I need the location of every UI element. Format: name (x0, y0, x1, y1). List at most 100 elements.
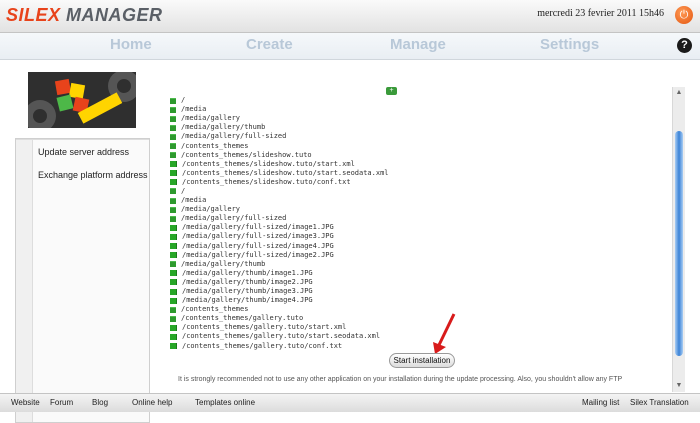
nav-manage[interactable]: Manage (390, 36, 446, 53)
folder-icon (170, 261, 176, 268)
file-icon (170, 343, 177, 350)
file-list-item: /media/gallery/full-sized/image2.JPG (170, 251, 389, 260)
file-icon (170, 333, 177, 340)
file-path: /contents_themes/gallery.tuto/start.xml (182, 323, 347, 332)
file-path: /contents_themes/slideshow.tuto/start.xm… (182, 159, 355, 168)
file-list-item: /contents_themes (170, 305, 389, 314)
nav-home[interactable]: Home (110, 36, 152, 53)
file-list-item: /media/gallery/thumb/image4.JPG (170, 296, 389, 305)
file-path: /media/gallery/thumb/image1.JPG (182, 268, 313, 277)
file-icon (170, 233, 177, 240)
file-path: /media (181, 196, 207, 205)
help-icon[interactable]: ? (677, 38, 692, 53)
file-path: /media/gallery/full-sized/image2.JPG (182, 250, 334, 259)
file-path: /media/gallery/thumb/image2.JPG (182, 277, 313, 286)
file-list-item: / (170, 187, 389, 196)
top-bar: SILEX MANAGER mercredi 23 fevrier 2011 1… (0, 0, 700, 33)
file-path: /media/gallery (181, 205, 241, 214)
file-icon (170, 324, 177, 331)
scroll-thumb[interactable] (675, 131, 683, 356)
file-list-item: /media/gallery/thumb (170, 260, 389, 269)
sidebar-item-exchange-platform[interactable]: Exchange platform address (38, 170, 148, 180)
file-list-item: /media/gallery/full-sized (170, 132, 389, 141)
file-path: /media/gallery/full-sized/image1.JPG (182, 223, 334, 232)
footer-link-online-help[interactable]: Online help (132, 398, 172, 407)
expand-icon[interactable]: + (386, 87, 397, 95)
file-list-item: /media/gallery/thumb/image3.JPG (170, 287, 389, 296)
app-logo: SILEX MANAGER (6, 5, 163, 25)
updater-logo-graphic (28, 72, 136, 128)
file-list: //media/media/gallery/media/gallery/thum… (170, 96, 389, 351)
file-icon (170, 170, 177, 177)
file-path: /contents_themes/gallery.tuto/conf.txt (182, 341, 343, 350)
file-path: /media (181, 105, 207, 114)
file-path: / (181, 96, 186, 105)
file-list-item: /contents_themes/slideshow.tuto/start.xm… (170, 160, 389, 169)
file-list-item: /contents_themes/slideshow.tuto/conf.txt (170, 178, 389, 187)
file-path: /media/gallery/full-sized/image4.JPG (182, 241, 334, 250)
file-list-item: /media (170, 105, 389, 114)
file-list-item: /media (170, 196, 389, 205)
file-list-item: /contents_themes/slideshow.tuto (170, 151, 389, 160)
file-list-item: /media/gallery/full-sized/image1.JPG (170, 223, 389, 232)
file-path: /media/gallery/thumb/image3.JPG (182, 287, 313, 296)
footer-link-blog[interactable]: Blog (92, 398, 108, 407)
file-path: /contents_themes/slideshow.tuto/conf.txt (182, 177, 351, 186)
folder-icon (170, 206, 176, 213)
file-path: /contents_themes/gallery.tuto (181, 314, 304, 323)
file-path: /media/gallery/full-sized (181, 132, 287, 141)
file-list-item: /media/gallery/thumb/image2.JPG (170, 278, 389, 287)
folder-icon (170, 197, 176, 204)
vertical-scrollbar[interactable]: ▲ ▼ (672, 87, 685, 392)
footer-link-mailing-list[interactable]: Mailing list (582, 398, 619, 407)
file-icon (170, 161, 177, 168)
start-installation-button[interactable]: Start installation (389, 353, 455, 368)
datetime-label: mercredi 23 fevrier 2011 15h46 (537, 8, 664, 19)
file-icon (170, 224, 177, 231)
file-list-item: /media/gallery/full-sized (170, 214, 389, 223)
folder-icon (170, 315, 176, 322)
footer-bar: Website Forum Blog Online help Templates… (0, 393, 700, 412)
file-icon (170, 252, 177, 259)
file-list-item: /media/gallery/thumb/image1.JPG (170, 269, 389, 278)
file-path: /contents_themes/slideshow.tuto (181, 150, 312, 159)
file-path: /media/gallery/thumb (181, 259, 266, 268)
file-list-item: /contents_themes/gallery.tuto/start.seod… (170, 332, 389, 341)
file-icon (170, 179, 177, 186)
scroll-up-icon[interactable]: ▲ (673, 87, 685, 99)
file-list-item: /contents_themes/gallery.tuto/conf.txt (170, 342, 389, 351)
file-list-item: /contents_themes/gallery.tuto (170, 314, 389, 323)
file-path: /media/gallery (181, 114, 241, 123)
footer-link-silex-translation[interactable]: Silex Translation (630, 398, 689, 407)
file-path: /contents_themes/gallery.tuto/start.seod… (182, 332, 381, 341)
file-list-item: /media/gallery (170, 205, 389, 214)
file-list-item: / (170, 96, 389, 105)
file-path: /contents_themes/slideshow.tuto/start.se… (182, 168, 389, 177)
settings-sidebar: Update server address Exchange platform … (15, 138, 150, 423)
scroll-down-icon[interactable]: ▼ (673, 380, 685, 392)
folder-icon (170, 306, 176, 313)
file-list-item: /contents_themes/gallery.tuto/start.xml (170, 323, 389, 332)
update-notice: It is strongly recommended not to use an… (178, 376, 623, 383)
file-path: /media/gallery/full-sized/image3.JPG (182, 232, 334, 241)
file-icon (170, 288, 177, 295)
folder-icon (170, 133, 176, 140)
file-path: /media/gallery/full-sized (181, 214, 287, 223)
folder-icon (170, 124, 176, 131)
nav-create[interactable]: Create (246, 36, 293, 53)
file-path: /media/gallery/thumb (181, 123, 266, 132)
file-list-item: /media/gallery/thumb (170, 123, 389, 132)
file-icon (170, 279, 177, 286)
file-list-item: /media/gallery/full-sized/image3.JPG (170, 232, 389, 241)
footer-link-templates-online[interactable]: Templates online (195, 398, 255, 407)
updater-logo (28, 72, 136, 128)
sidebar-item-update-server[interactable]: Update server address (38, 147, 129, 157)
power-icon[interactable]: ⏻ (675, 6, 693, 24)
folder-icon (170, 188, 176, 195)
footer-link-forum[interactable]: Forum (50, 398, 73, 407)
footer-link-website[interactable]: Website (11, 398, 40, 407)
red-arrow-icon (433, 313, 456, 354)
sidebar-divider (16, 139, 149, 140)
file-icon (170, 297, 177, 304)
nav-settings[interactable]: Settings (540, 36, 599, 53)
